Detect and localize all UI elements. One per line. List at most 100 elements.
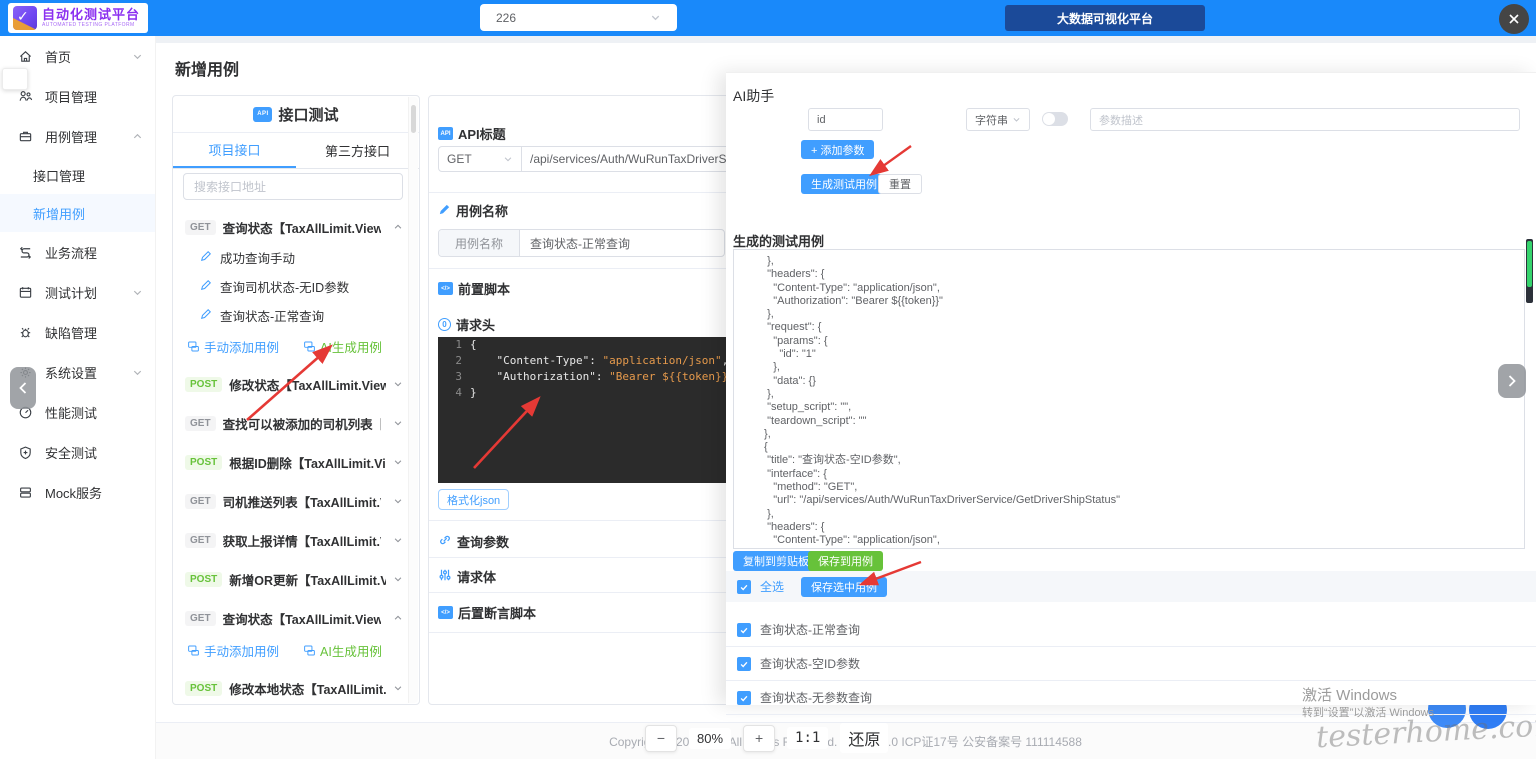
chevron-down-icon	[393, 379, 403, 389]
request-headers-label[interactable]: 0 请求头	[438, 315, 495, 334]
chevron-down-icon	[132, 287, 143, 298]
sidebar-item-defect-mgmt[interactable]: 缺陷管理	[0, 312, 155, 352]
header-divider	[155, 36, 1536, 43]
chevron-down-icon	[1012, 115, 1021, 124]
app-window: ✓ 自动化测试平台 AUTOMATED TESTING PLATFORM 226…	[0, 0, 1536, 759]
scrollbar[interactable]	[408, 97, 418, 703]
sidebar-item-api-mgmt[interactable]: 接口管理	[0, 156, 155, 194]
app-logo[interactable]: ✓ 自动化测试平台 AUTOMATED TESTING PLATFORM	[8, 3, 148, 33]
api-group[interactable]: GET 查询状态【TaxAllLimit.View】	[185, 607, 403, 629]
generate-cases-button[interactable]: 生成测试用例	[801, 174, 887, 194]
bigdata-platform-button[interactable]: 大数据可视化平台	[1005, 5, 1205, 31]
request-body-label[interactable]: 请求体	[438, 567, 496, 586]
param-desc-input[interactable]: 参数描述	[1090, 108, 1520, 131]
copy-to-clipboard-button[interactable]: 复制到剪贴板	[733, 551, 819, 571]
select-all-checkbox[interactable]	[737, 579, 751, 594]
flow-icon	[18, 245, 33, 260]
sidebar-item-case-mgmt[interactable]: 用例管理	[0, 116, 155, 156]
zoom-controls: − 80% + 1:1 还原	[645, 723, 889, 753]
calendar-icon	[18, 285, 33, 300]
post-assert-script-label[interactable]: </> 后置断言脚本	[438, 603, 536, 622]
tab-third-party-api[interactable]: 第三方接口	[296, 133, 419, 168]
ai-generate-case-link[interactable]: AI生成用例	[303, 337, 382, 356]
api-group[interactable]: POST 修改状态【TaxAllLimit.View】	[185, 373, 403, 395]
zoom-ratio-button[interactable]: 1:1	[787, 727, 829, 749]
sidebar-item-mock-service[interactable]: Mock服务	[0, 472, 155, 512]
add-param-button[interactable]: + 添加参数	[801, 140, 875, 159]
logo-subtitle: AUTOMATED TESTING PLATFORM	[42, 22, 135, 28]
pre-script-label[interactable]: </> 前置脚本	[438, 279, 510, 298]
logo-title: 自动化测试平台	[42, 7, 141, 22]
save-to-case-button[interactable]: 保存到用例	[808, 551, 883, 571]
scrollbar[interactable]	[1526, 239, 1533, 303]
reset-button[interactable]: 重置	[878, 174, 922, 194]
scrollbar-thumb[interactable]	[411, 105, 416, 133]
api-group[interactable]: POST 新增OR更新【TaxAllLimit.View】	[185, 568, 403, 590]
case-item[interactable]: 成功查询手动	[200, 247, 403, 267]
sidebar-item-security-test[interactable]: 安全测试	[0, 432, 155, 472]
chevron-down-icon	[503, 154, 513, 164]
case-checkbox[interactable]	[737, 622, 751, 637]
query-params-label[interactable]: 查询参数	[438, 532, 509, 551]
api-title-label: API API标题	[438, 124, 506, 143]
collapse-left-button[interactable]	[10, 367, 36, 409]
search-input[interactable]: 搜索接口地址	[183, 173, 403, 200]
zoom-restore-button[interactable]: 还原	[840, 723, 889, 753]
scrollbar-thumb[interactable]	[1527, 241, 1532, 287]
generated-case-row: 查询状态-正常查询	[726, 613, 1536, 647]
page-title: 新增用例	[175, 62, 240, 79]
param-required-toggle[interactable]	[1042, 112, 1068, 126]
headers-icon: 0	[438, 318, 451, 331]
collapse-right-button[interactable]	[1498, 364, 1526, 398]
format-json-button[interactable]: 格式化json	[438, 489, 510, 510]
manual-add-case-link[interactable]: 手动添加用例	[187, 641, 279, 660]
zoom-out-button[interactable]: −	[645, 724, 677, 752]
ai-assistant-drawer: AI助手 id 字符串 参数描述 + 添加参数 生成测试用例 重置 生成的测试用…	[726, 72, 1536, 715]
api-tabs: 项目接口 第三方接口	[173, 133, 419, 169]
link-icon	[438, 533, 452, 550]
api-group[interactable]: POST 修改本地状态【TaxAllLimit.Vie...	[185, 677, 403, 699]
close-icon[interactable]	[1499, 4, 1529, 34]
case-item[interactable]: 查询司机状态-无ID参数	[200, 276, 403, 296]
tab-project-api[interactable]: 项目接口	[173, 133, 296, 168]
api-group[interactable]: GET 司机推送列表【TaxAllLimit.View】	[185, 490, 403, 512]
method-tag: GET	[185, 219, 216, 235]
url-input[interactable]: /api/services/Auth/WuRunTaxDriverService…	[522, 146, 734, 172]
env-select[interactable]: 226	[480, 4, 677, 31]
chevron-down-icon	[393, 496, 403, 506]
case-checkbox[interactable]	[737, 656, 751, 671]
case-checkbox[interactable]	[737, 690, 751, 705]
method-tag: POST	[185, 376, 223, 392]
sidebar-item-business-flow[interactable]: 业务流程	[0, 232, 155, 272]
method-tag: POST	[185, 454, 223, 470]
api-icon: API	[253, 106, 273, 122]
generated-cases-title: 生成的测试用例	[733, 234, 825, 249]
headers-code-editor[interactable]: 1{ 2 "Content-Type": "application/json",…	[438, 337, 734, 483]
ai-assistant-title: AI助手	[733, 88, 775, 104]
param-type-select[interactable]: 字符串	[966, 108, 1030, 131]
briefcase-icon	[18, 129, 33, 144]
manual-add-case-link[interactable]: 手动添加用例	[187, 337, 279, 356]
api-test-panel: API 接口测试 项目接口 第三方接口 搜索接口地址 GET 查询状态【TaxA…	[172, 95, 420, 705]
save-selected-cases-button[interactable]: 保存选中用例	[801, 576, 888, 597]
chevron-down-icon	[393, 457, 403, 467]
chevron-down-icon	[132, 367, 143, 378]
sidebar-item-test-plan[interactable]: 测试计划	[0, 272, 155, 312]
sidebar-item-new-case[interactable]: 新增用例	[0, 194, 155, 232]
generated-cases-json[interactable]: }, "headers": { "Content-Type": "applica…	[733, 249, 1525, 549]
case-name-input[interactable]: 查询状态-正常查询	[520, 230, 724, 256]
case-item[interactable]: 查询状态-正常查询	[200, 305, 403, 325]
shield-icon	[18, 445, 33, 460]
api-group[interactable]: GET 查询状态【TaxAllLimit.View】	[185, 216, 403, 238]
floating-artifact	[2, 68, 28, 90]
zoom-in-button[interactable]: +	[743, 724, 776, 752]
method-select[interactable]: GET	[438, 146, 522, 172]
api-group[interactable]: POST 根据ID删除【TaxAllLimit.View】	[185, 451, 403, 473]
ai-generate-case-link[interactable]: AI生成用例	[303, 641, 382, 660]
chevron-up-icon	[132, 131, 143, 142]
api-group[interactable]: GET 查找可以被添加的司机列表【Ta...	[185, 412, 403, 434]
api-group[interactable]: GET 获取上报详情【TaxAllLimit.View】	[185, 529, 403, 551]
generated-case-row: 查询状态-空ID参数	[726, 647, 1536, 681]
select-all-label[interactable]: 全选	[760, 578, 784, 595]
param-name-input[interactable]: id	[808, 108, 883, 131]
